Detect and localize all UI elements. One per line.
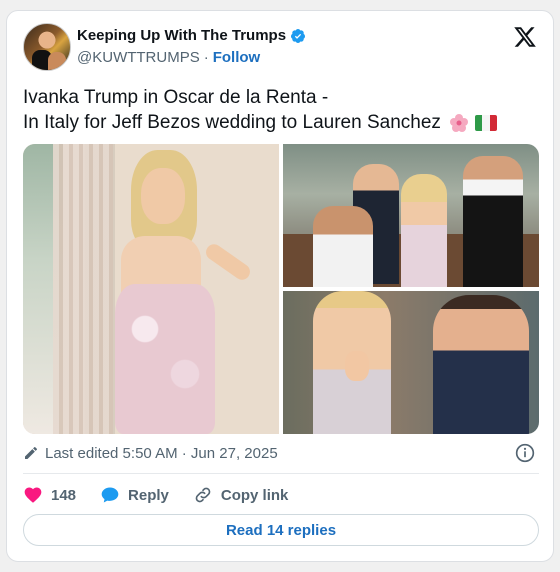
pencil-icon bbox=[25, 446, 38, 459]
photo-group-boat[interactable] bbox=[283, 144, 539, 287]
heart-icon bbox=[24, 487, 42, 503]
media-grid[interactable] bbox=[23, 144, 539, 434]
verified-badge-icon bbox=[291, 28, 306, 43]
photo-face bbox=[141, 168, 185, 224]
x-logo-icon[interactable] bbox=[513, 25, 537, 49]
tweet-text-line-1: Ivanka Trump in Oscar de la Renta - bbox=[23, 87, 329, 108]
photo-man bbox=[433, 295, 529, 434]
photo-arm bbox=[202, 241, 254, 283]
italy-flag-emoji bbox=[474, 114, 497, 131]
photo-person-2 bbox=[401, 174, 447, 287]
photo-person-4 bbox=[313, 206, 373, 287]
photo-person-3 bbox=[463, 156, 523, 287]
display-name-row: Keeping Up With The Trumps bbox=[77, 27, 306, 44]
copy-link-button[interactable]: Copy link bbox=[193, 485, 289, 505]
photo-ivanka-window[interactable] bbox=[23, 144, 279, 434]
cherry-blossom-emoji bbox=[449, 113, 468, 132]
reply-button[interactable]: Reply bbox=[100, 485, 169, 505]
handle[interactable]: @KUWTTRUMPS bbox=[77, 49, 200, 66]
like-button[interactable]: 148 bbox=[23, 485, 76, 505]
action-bar: 148 Reply Copy link bbox=[23, 483, 312, 507]
tweet-text-line-2: In Italy for Jeff Bezos wedding to Laure… bbox=[23, 110, 543, 135]
info-icon[interactable] bbox=[515, 443, 535, 463]
read-replies-button[interactable]: Read 14 replies bbox=[23, 514, 539, 546]
photo-curtain bbox=[53, 144, 113, 434]
photo-waving-hand bbox=[345, 351, 369, 381]
copy-link-label: Copy link bbox=[220, 486, 289, 504]
edited-timestamp[interactable]: Last edited 5:50 AM · Jun 27, 2025 bbox=[23, 442, 278, 464]
separator-dot: · bbox=[203, 49, 209, 66]
tweet-text-line-2-text: In Italy for Jeff Bezos wedding to Laure… bbox=[23, 112, 441, 133]
avatar[interactable] bbox=[23, 23, 71, 71]
tweet-card: Keeping Up With The Trumps @KUWTTRUMPS ·… bbox=[6, 10, 554, 562]
link-icon bbox=[195, 487, 211, 503]
tweet-text: Ivanka Trump in Oscar de la Renta - In I… bbox=[23, 85, 543, 135]
photo-couple-waving[interactable] bbox=[283, 291, 539, 434]
follow-button[interactable]: Follow bbox=[213, 49, 261, 66]
photo-dress bbox=[115, 284, 215, 434]
reply-bubble-icon bbox=[101, 487, 119, 503]
edited-label: Last edited 5:50 AM · Jun 27, 2025 bbox=[45, 444, 278, 462]
reply-label: Reply bbox=[128, 486, 169, 504]
divider bbox=[23, 473, 539, 474]
avatar-figure-right bbox=[48, 52, 66, 70]
handle-row: @KUWTTRUMPS · Follow bbox=[77, 49, 260, 66]
display-name[interactable]: Keeping Up With The Trumps bbox=[77, 27, 286, 44]
like-count: 148 bbox=[51, 486, 77, 504]
